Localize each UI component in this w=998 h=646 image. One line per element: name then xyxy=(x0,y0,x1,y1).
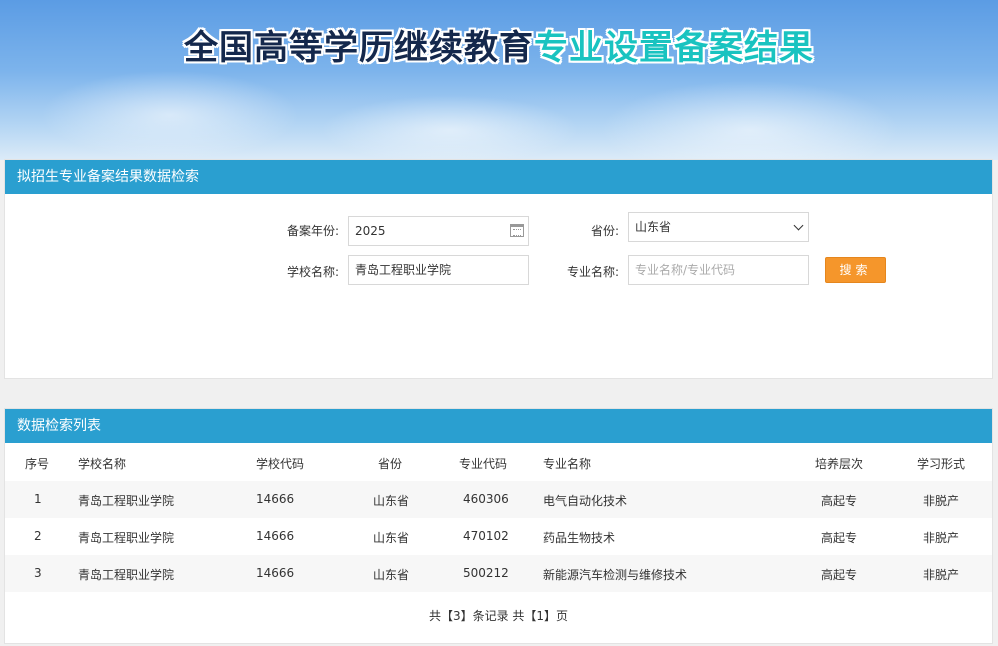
results-panel: 数据检索列表 序号 学校名称 学校代码 省份 专业代码 专业名称 培养层次 学习… xyxy=(4,408,993,644)
row-major-name: 新能源汽车检测与维修技术 xyxy=(543,568,688,582)
row-school-code: 14666 xyxy=(256,492,295,506)
year-field[interactable]: 2025 xyxy=(348,216,529,246)
major-label: 专业名称: xyxy=(566,265,619,279)
province-select[interactable]: 山东省 xyxy=(628,212,809,242)
search-button[interactable]: 搜索 xyxy=(825,257,886,283)
column-header: 培养层次 xyxy=(815,457,864,471)
province-value: 山东省 xyxy=(635,220,672,234)
calendar-icon[interactable] xyxy=(510,224,524,237)
title-part-highlight: 专业设置备案结果 xyxy=(534,28,814,68)
banner: 全国高等学历继续教育专业设置备案结果 xyxy=(0,0,998,160)
table-row: 2 青岛工程职业学院 14666 山东省 470102 药品生物技术 高起专 非… xyxy=(5,518,992,555)
school-label: 学校名称: xyxy=(286,265,339,279)
row-major-code: 500212 xyxy=(463,566,509,580)
column-header: 学校名称 xyxy=(78,457,127,471)
row-index: 2 xyxy=(34,529,42,543)
column-header: 省份 xyxy=(378,457,403,471)
table-header: 序号 学校名称 学校代码 省份 专业代码 专业名称 培养层次 学习形式 xyxy=(5,443,992,481)
row-level: 高起专 xyxy=(821,494,858,508)
row-province: 山东省 xyxy=(373,494,410,508)
row-study-mode: 非脱产 xyxy=(923,494,960,508)
row-major-code: 470102 xyxy=(463,529,509,543)
row-study-mode: 非脱产 xyxy=(923,531,960,545)
column-header: 专业代码 xyxy=(459,457,508,471)
row-level: 高起专 xyxy=(821,531,858,545)
row-school: 青岛工程职业学院 xyxy=(78,494,175,508)
row-index: 3 xyxy=(34,566,42,580)
column-header: 专业名称 xyxy=(543,457,592,471)
province-label: 省份: xyxy=(590,224,619,238)
search-panel-header: 拟招生专业备案结果数据检索 xyxy=(5,160,992,194)
row-major-name: 药品生物技术 xyxy=(543,531,616,545)
row-study-mode: 非脱产 xyxy=(923,568,960,582)
year-label: 备案年份: xyxy=(286,224,339,238)
search-panel: 拟招生专业备案结果数据检索 备案年份: 2025 省份: 山东省 学校名称: 青… xyxy=(4,159,993,379)
column-header: 学校代码 xyxy=(256,457,305,471)
column-header: 序号 xyxy=(25,457,50,471)
row-province: 山东省 xyxy=(373,568,410,582)
school-value: 青岛工程职业学院 xyxy=(355,263,452,277)
row-major-code: 460306 xyxy=(463,492,509,506)
row-school-code: 14666 xyxy=(256,566,295,580)
major-placeholder: 专业名称/专业代码 xyxy=(635,263,736,277)
page-title: 全国高等学历继续教育专业设置备案结果 xyxy=(0,20,998,69)
title-part-main: 全国高等学历继续教育 xyxy=(184,28,534,68)
column-header: 学习形式 xyxy=(917,457,966,471)
table-row: 3 青岛工程职业学院 14666 山东省 500212 新能源汽车检测与维修技术… xyxy=(5,555,992,592)
row-major-name: 电气自动化技术 xyxy=(543,494,628,508)
row-province: 山东省 xyxy=(373,531,410,545)
row-index: 1 xyxy=(34,492,42,506)
major-input[interactable]: 专业名称/专业代码 xyxy=(628,255,809,285)
results-panel-header: 数据检索列表 xyxy=(5,409,992,443)
row-school: 青岛工程职业学院 xyxy=(78,531,175,545)
pagination-summary: 共【3】条记录 共【1】页 xyxy=(428,609,569,623)
row-school-code: 14666 xyxy=(256,529,295,543)
chevron-down-icon xyxy=(793,220,804,231)
school-input[interactable]: 青岛工程职业学院 xyxy=(348,255,529,285)
row-level: 高起专 xyxy=(821,568,858,582)
year-value: 2025 xyxy=(355,224,386,238)
row-school: 青岛工程职业学院 xyxy=(78,568,175,582)
table-row: 1 青岛工程职业学院 14666 山东省 460306 电气自动化技术 高起专 … xyxy=(5,481,992,518)
